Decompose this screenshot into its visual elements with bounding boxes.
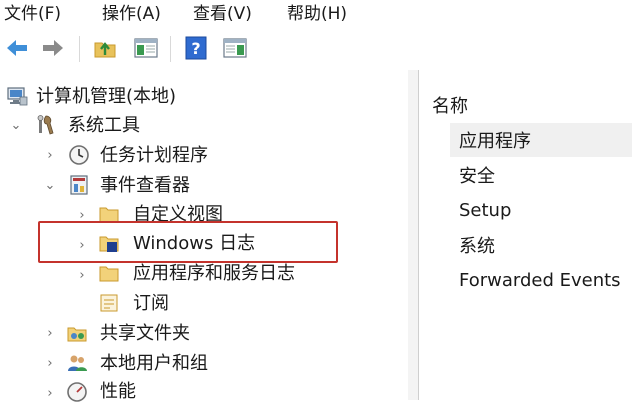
tree-item-local-users-groups[interactable]: 本地用户和组 xyxy=(100,353,208,375)
menu-help[interactable]: 帮助(H) xyxy=(287,0,347,24)
up-folder-icon[interactable] xyxy=(92,35,118,61)
list-item-label: 应用程序 xyxy=(459,131,531,152)
forward-arrow-icon[interactable] xyxy=(40,35,66,61)
back-arrow-icon[interactable] xyxy=(4,35,30,61)
tree-item-event-viewer[interactable]: 事件查看器 xyxy=(100,175,190,197)
list-item-security[interactable]: 安全 xyxy=(450,158,632,192)
chevron-right-icon[interactable]: › xyxy=(76,269,88,282)
pane-splitter[interactable] xyxy=(408,70,418,400)
task-scheduler-clock-icon xyxy=(69,145,89,165)
show-hide-console-tree-icon[interactable] xyxy=(133,35,159,61)
menu-bar: 文件(F) 操作(A) 查看(V) 帮助(H) xyxy=(0,0,632,24)
show-hide-action-pane-icon[interactable] xyxy=(222,35,248,61)
chevron-right-icon[interactable]: › xyxy=(44,387,56,400)
help-icon[interactable]: ? xyxy=(183,35,209,61)
folder-icon xyxy=(99,266,119,282)
shared-folders-icon xyxy=(67,327,87,342)
subscriptions-icon xyxy=(100,294,118,312)
chevron-right-icon[interactable]: › xyxy=(44,327,56,340)
tree-item-computer-management[interactable]: 计算机管理(本地) xyxy=(36,86,176,108)
toolbar: ? xyxy=(0,24,632,71)
list-item-setup[interactable]: Setup xyxy=(450,193,632,227)
menu-action[interactable]: 操作(A) xyxy=(102,0,161,24)
windows-logs-highlight-box xyxy=(38,221,338,263)
event-viewer-icon xyxy=(70,175,88,195)
tree-item-system-tools[interactable]: 系统工具 xyxy=(68,115,140,137)
list-item-label: 系统 xyxy=(459,236,495,257)
list-item-forwarded-events[interactable]: Forwarded Events xyxy=(450,263,632,297)
tree-item-app-service-logs[interactable]: 应用程序和服务日志 xyxy=(133,263,295,285)
list-item-application[interactable]: 应用程序 xyxy=(450,123,632,157)
computer-management-icon xyxy=(7,87,28,106)
tree-item-task-scheduler[interactable]: 任务计划程序 xyxy=(100,145,208,167)
chevron-down-icon[interactable]: ⌄ xyxy=(44,179,56,192)
local-users-groups-icon xyxy=(68,355,87,371)
list-item-label: Setup xyxy=(459,199,512,221)
menu-view[interactable]: 查看(V) xyxy=(193,0,252,24)
tree-item-subscriptions[interactable]: 订阅 xyxy=(133,293,169,315)
system-tools-icon xyxy=(37,115,54,135)
chevron-right-icon[interactable]: › xyxy=(44,149,56,162)
toolbar-separator xyxy=(170,36,171,62)
toolbar-separator xyxy=(79,36,80,62)
column-header-name[interactable]: 名称 xyxy=(432,92,468,118)
list-item-label: 安全 xyxy=(459,166,495,187)
list-item-system[interactable]: 系统 xyxy=(450,228,632,262)
menu-file[interactable]: 文件(F) xyxy=(4,0,61,24)
chevron-right-icon[interactable]: › xyxy=(44,357,56,370)
tree-item-shared-folders[interactable]: 共享文件夹 xyxy=(100,323,190,345)
chevron-down-icon[interactable]: ⌄ xyxy=(10,119,22,132)
svg-text:?: ? xyxy=(191,39,200,58)
list-item-label: Forwarded Events xyxy=(459,269,621,291)
